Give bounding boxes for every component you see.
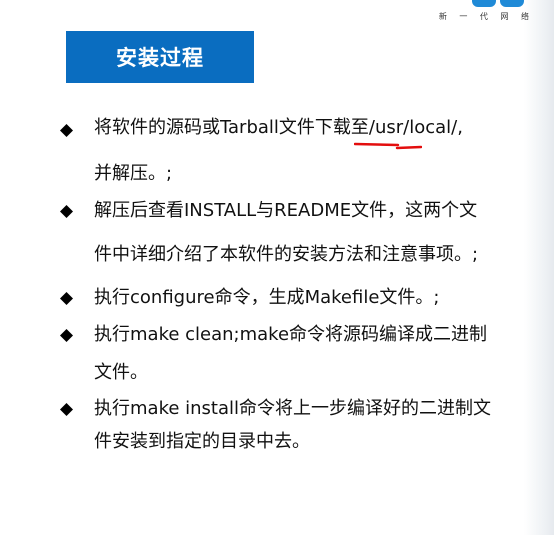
diamond-bullet-icon xyxy=(60,124,73,137)
list-item-text: 将软件的源码或Tarball文件下载至/usr/local/, xyxy=(94,116,463,150)
diamond-bullet-icon xyxy=(60,292,73,305)
diamond-bullet-icon xyxy=(60,329,73,342)
list-item-text: 件中详细介绍了本软件的安装方法和注意事项。; xyxy=(94,244,479,265)
list-item-text: 执行make install命令将上一步编译好的二进制文 xyxy=(94,398,492,419)
annotated-path: 至/usr/ xyxy=(351,116,422,150)
list-item-text: 执行configure命令，生成Makefile文件。; xyxy=(94,287,440,308)
diamond-bullet-icon xyxy=(60,205,73,218)
list-item-text: 文件。 xyxy=(94,362,148,383)
list-item-text: 件安装到指定的目录中去。 xyxy=(94,431,310,452)
bullet-list: 将软件的源码或Tarball文件下载至/usr/local/, 并解压。; 解压… xyxy=(0,0,554,535)
list-item-text: 解压后查看INSTALL与README文件，这两个文 xyxy=(94,200,478,221)
red-underline-mark xyxy=(353,142,422,150)
list-item-text: 并解压。; xyxy=(94,163,173,184)
list-item-text: 执行make clean;make命令将源码编译成二进制 xyxy=(94,324,488,345)
diamond-bullet-icon xyxy=(60,403,73,416)
